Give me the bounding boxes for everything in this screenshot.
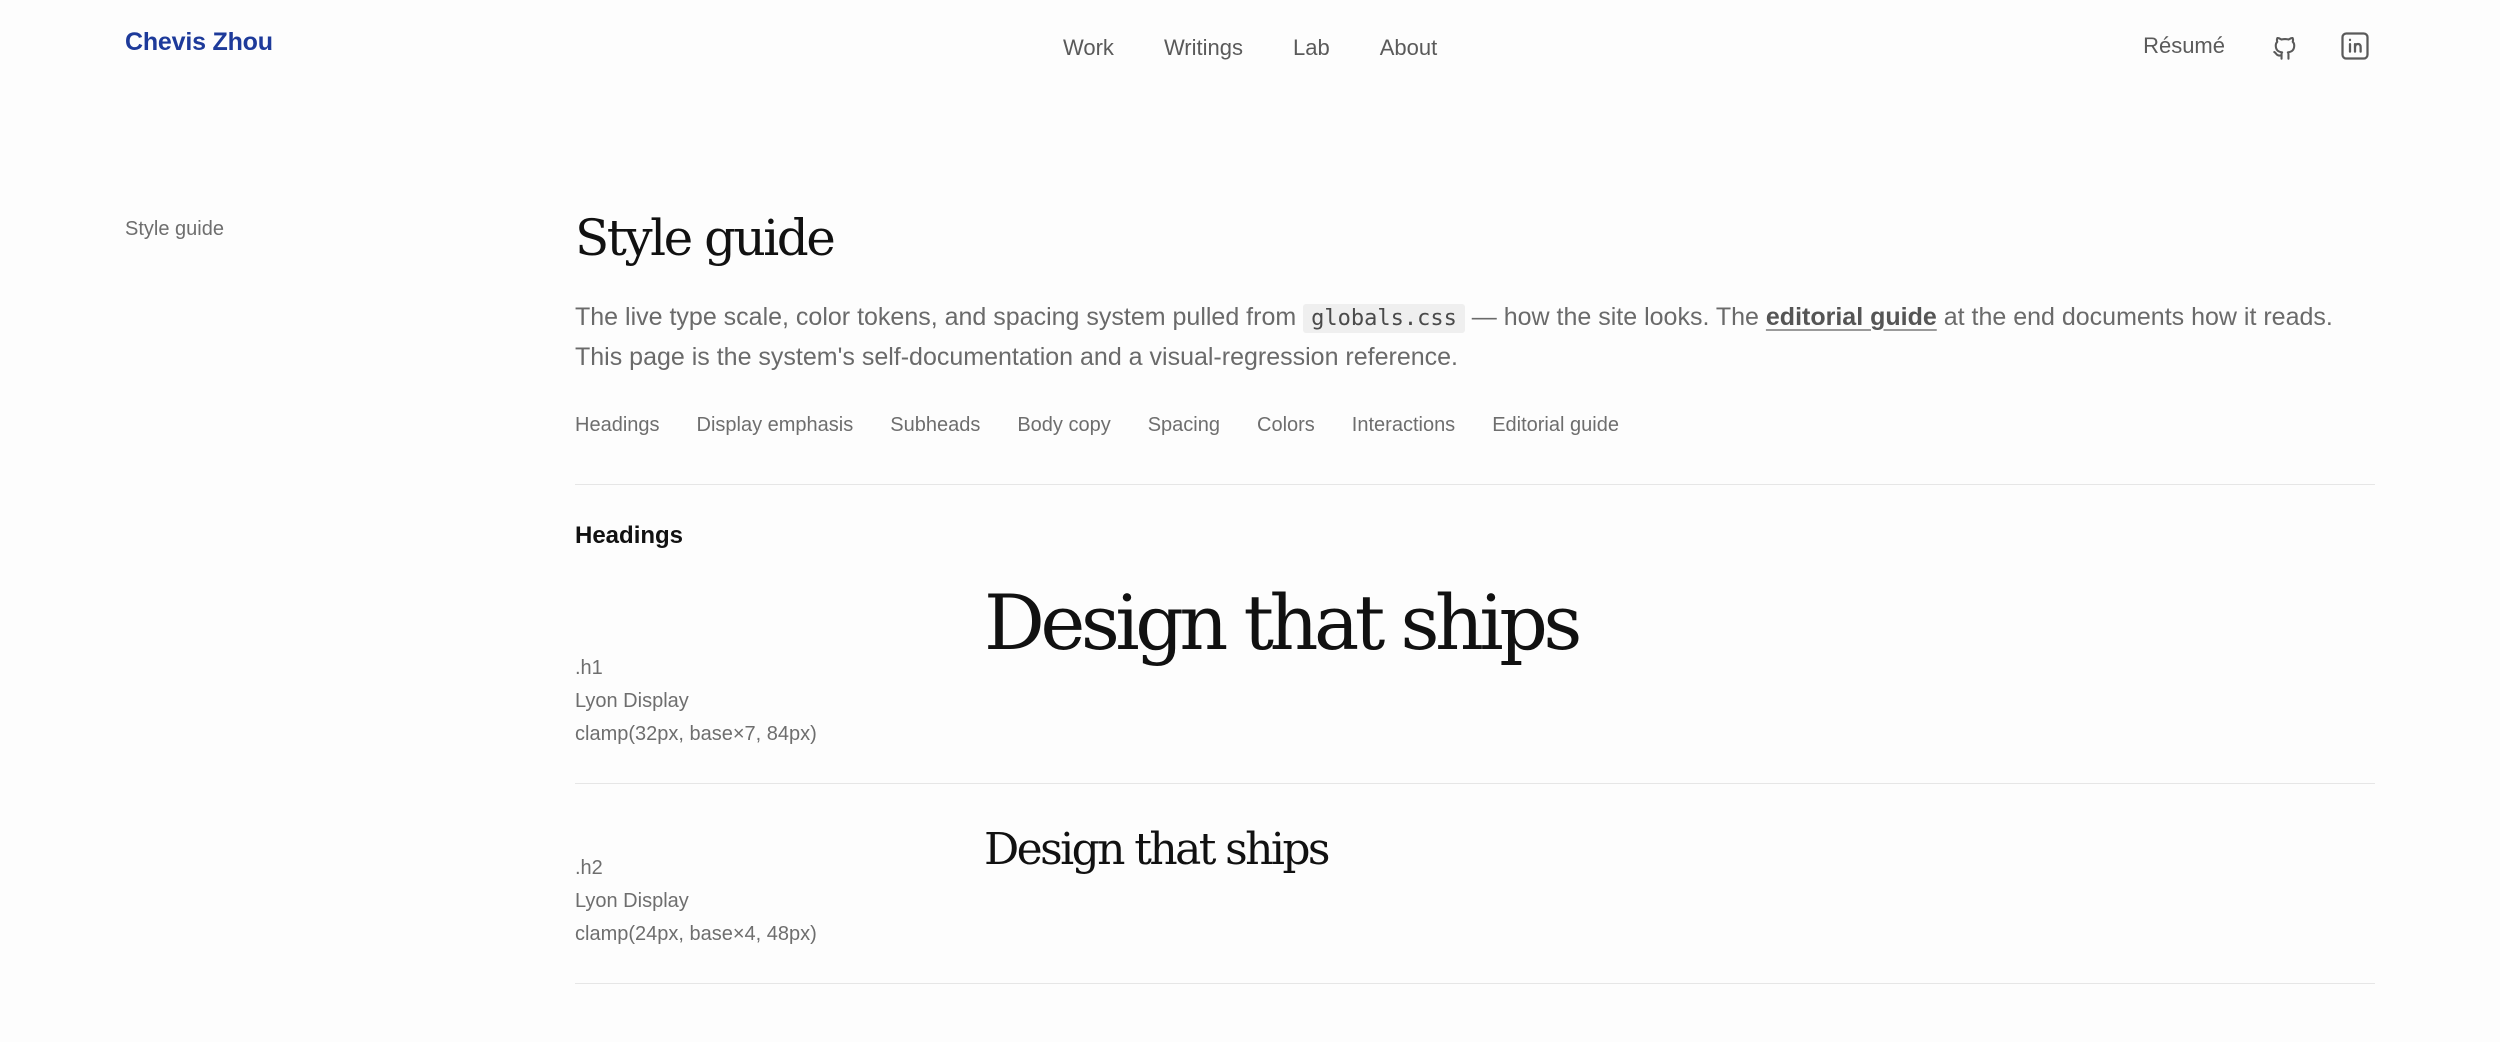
toc-link-colors[interactable]: Colors [1257, 410, 1315, 440]
section-divider [575, 484, 2375, 485]
toc-link-headings[interactable]: Headings [575, 410, 660, 440]
type-sample-h2: Design that ships [984, 824, 1331, 875]
toc-link-spacing[interactable]: Spacing [1148, 410, 1220, 440]
type-size-rule: clamp(32px, base×7, 84px) [575, 723, 817, 745]
github-link[interactable] [2265, 26, 2305, 66]
type-class-name: .h1 [575, 657, 603, 679]
type-size-rule: clamp(24px, base×4, 48px) [575, 923, 817, 945]
type-spec-row-h1: .h1 Lyon Display clamp(32px, base×7, 84p… [575, 553, 2375, 784]
linkedin-icon [2340, 31, 2370, 61]
code-snippet-globals: globals.css [1303, 304, 1465, 333]
type-spec-row-h2: .h2 Lyon Display clamp(24px, base×4, 48p… [575, 784, 2375, 984]
toc-link-body-copy[interactable]: Body copy [1017, 410, 1110, 440]
github-icon [2271, 31, 2299, 61]
intro-paragraph: The live type scale, color tokens, and s… [575, 298, 2375, 376]
editorial-guide-link[interactable]: editorial guide [1766, 303, 1937, 331]
toc-link-display-emphasis[interactable]: Display emphasis [697, 410, 854, 440]
nav-item-about[interactable]: About [1380, 32, 1438, 64]
type-font-family: Lyon Display [575, 890, 689, 912]
toc-link-interactions[interactable]: Interactions [1352, 410, 1455, 440]
nav-item-lab[interactable]: Lab [1293, 32, 1330, 64]
section-heading-headings: Headings [575, 522, 684, 549]
nav-item-work[interactable]: Work [1063, 32, 1114, 64]
brand-logo-link[interactable]: Chevis Zhou [125, 28, 273, 57]
main-content: Style guide The live type scale, color t… [575, 200, 2375, 984]
type-font-family: Lyon Display [575, 690, 689, 712]
resume-link[interactable]: Résumé [2143, 26, 2225, 66]
type-class-name: .h2 [575, 857, 603, 879]
toc-link-subheads[interactable]: Subheads [890, 410, 980, 440]
sidebar-page-label: Style guide [125, 218, 224, 240]
page-title: Style guide [575, 209, 836, 267]
linkedin-link[interactable] [2335, 26, 2375, 66]
nav-item-writings[interactable]: Writings [1164, 32, 1243, 64]
intro-text-1: The live type scale, color tokens, and s… [575, 303, 1304, 331]
intro-text-2: — how the site looks. The [1464, 303, 1766, 331]
type-sample-h1: Design that ships [984, 578, 1582, 667]
headings-section: Headings .h1 Lyon Display clamp(32px, ba… [575, 519, 2375, 984]
table-of-contents: Headings Display emphasis Subheads Body … [575, 410, 2375, 440]
header-actions: Résumé [2143, 26, 2375, 66]
main-nav: Work Writings Lab About [1063, 32, 1437, 64]
type-spec-meta: .h1 Lyon Display clamp(32px, base×7, 84p… [575, 652, 817, 751]
type-spec-meta: .h2 Lyon Display clamp(24px, base×4, 48p… [575, 852, 817, 951]
toc-link-editorial-guide[interactable]: Editorial guide [1492, 410, 1619, 440]
site-header: Chevis Zhou Work Writings Lab About Résu… [0, 0, 2500, 96]
